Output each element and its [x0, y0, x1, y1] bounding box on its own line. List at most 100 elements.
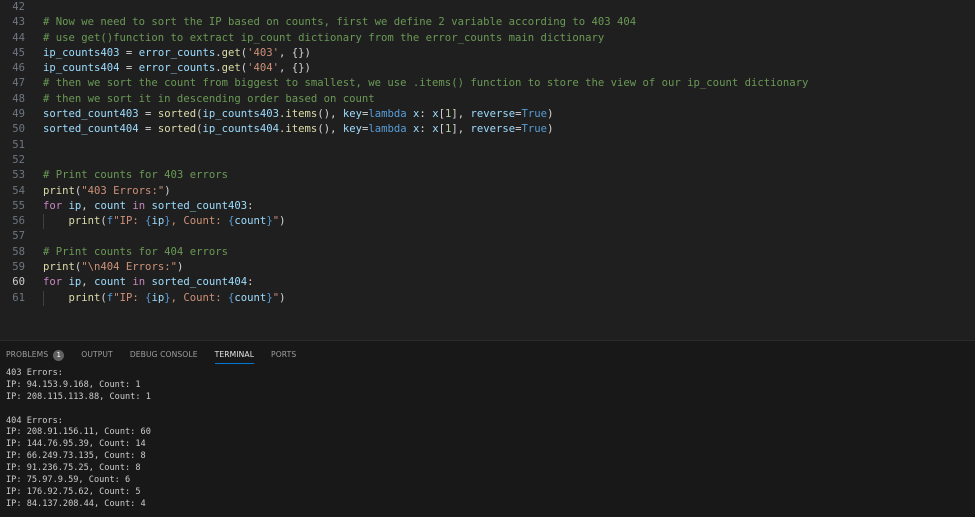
code-line[interactable]: 58 # Print counts for 404 errors — [0, 245, 975, 260]
tab-output[interactable]: OUTPUT — [81, 341, 113, 369]
code-token: = — [138, 123, 158, 136]
code-line[interactable]: 57 — [0, 229, 975, 244]
code-token: ], — [451, 108, 471, 121]
code-token: items — [285, 108, 318, 121]
code-token: count — [234, 215, 267, 228]
code-line[interactable]: 48 # then we sort it in descending order … — [0, 92, 975, 107]
code-token: count — [234, 291, 267, 304]
code-text: for ip, count in sorted_count404: — [43, 275, 254, 290]
code-editor[interactable]: 42 43 # Now we need to sort the IP based o… — [0, 0, 975, 338]
line-number: 44 — [12, 31, 25, 44]
code-token: sorted_count403 — [43, 108, 139, 121]
tab-problems[interactable]: PROBLEMS 1 — [6, 341, 65, 369]
code-line[interactable]: 61 print(f"IP: {ip}, Count: {count}") — [0, 290, 975, 306]
tab-label: OUTPUT — [81, 350, 113, 359]
tab-label: DEBUG CONSOLE — [129, 350, 198, 359]
code-token: "IP: — [113, 291, 146, 304]
problems-count-badge: 1 — [53, 349, 65, 361]
code-token: ], — [451, 123, 471, 136]
code-token: get — [221, 46, 241, 59]
code-line[interactable]: 51 — [0, 138, 975, 153]
code-token: (), — [317, 108, 343, 121]
code-token: lambda — [368, 123, 407, 136]
line-number: 51 — [12, 138, 25, 151]
line-number: 58 — [12, 245, 25, 258]
code-line[interactable]: 54 print("403 Errors:") — [0, 184, 975, 199]
bottom-panel: PROBLEMS 1 OUTPUT DEBUG CONSOLE TERMINAL PORT… — [0, 340, 975, 517]
code-token: = — [119, 62, 139, 75]
code-token: ip — [68, 276, 82, 289]
code-text: ip_counts404 = error_counts.get('404', {… — [43, 61, 311, 76]
terminal-line: 403 Errors: — [6, 368, 63, 378]
code-token: print — [68, 215, 101, 228]
code-line[interactable]: 45 ip_counts403 = error_counts.get('403',… — [0, 46, 975, 61]
code-token: : — [247, 199, 254, 212]
code-line[interactable]: 49 sorted_count403 = sorted(ip_counts403.… — [0, 107, 975, 122]
code-token: ip_counts403 — [43, 46, 120, 59]
code-token: "403 Errors:" — [81, 184, 165, 197]
code-line[interactable]: 52 — [0, 153, 975, 168]
code-token: # Print counts for 403 errors — [43, 169, 228, 182]
line-number: 61 — [12, 291, 25, 304]
code-line[interactable]: 55 for ip, count in sorted_count403: — [0, 199, 975, 214]
code-token: count — [94, 199, 126, 212]
terminal-line: IP: 94.153.9.168, Count: 1 — [6, 379, 141, 390]
tab-ports[interactable]: PORTS — [271, 341, 296, 369]
code-line[interactable]: 44 # use get()function to extract ip_coun… — [0, 31, 975, 46]
code-token: True — [521, 123, 548, 136]
code-token: sorted_count403 — [151, 199, 248, 212]
terminal-output[interactable]: 403 Errors: IP: 94.153.9.168, Count: 1 IP:… — [6, 368, 151, 511]
code-token: print — [68, 291, 101, 304]
tab-terminal[interactable]: TERMINAL — [214, 341, 255, 369]
code-line[interactable]: 50 sorted_count404 = sorted(ip_counts404.… — [0, 122, 975, 137]
code-token: ip — [68, 199, 82, 212]
code-text: # Print counts for 404 errors — [43, 245, 228, 260]
code-token: (), — [317, 123, 343, 136]
code-token: ip_counts403 — [202, 108, 280, 121]
code-token: in — [132, 276, 146, 289]
code-line[interactable]: 60 for ip, count in sorted_count404: — [0, 275, 975, 291]
code-text: print("\n404 Errors:") — [43, 260, 183, 275]
code-text: # Print counts for 403 errors — [43, 168, 228, 183]
code-token: : — [247, 276, 254, 289]
line-number: 59 — [12, 261, 25, 274]
code-token: '404' — [247, 62, 280, 75]
code-text: print(f"IP: {ip}, Count: {count}") — [43, 214, 286, 229]
terminal-line: IP: 144.76.95.39, Count: 14 — [6, 439, 146, 450]
code-token: "\n404 Errors:" — [81, 261, 177, 274]
code-token: : — [419, 123, 433, 136]
code-token: ip — [151, 291, 165, 304]
code-token: ) — [164, 184, 171, 197]
code-token: key — [342, 123, 362, 136]
code-token: get — [221, 62, 241, 75]
line-number: 48 — [12, 92, 25, 105]
tab-label: PROBLEMS — [6, 350, 49, 359]
terminal-line: IP: 176.92.75.62, Count: 5 — [6, 486, 141, 497]
code-token: = — [119, 46, 139, 59]
terminal-line: IP: 75.97.9.59, Count: 6 — [6, 475, 131, 486]
code-line[interactable]: 46 ip_counts404 = error_counts.get('404',… — [0, 61, 975, 76]
line-number: 50 — [12, 123, 25, 136]
tab-debug-console[interactable]: DEBUG CONSOLE — [130, 341, 198, 369]
code-line[interactable]: 53 # Print counts for 403 errors — [0, 168, 975, 183]
code-line[interactable]: 47 # then we sort the count from biggest … — [0, 76, 975, 91]
code-token: = — [138, 108, 158, 121]
code-text: print(f"IP: {ip}, Count: {count}") — [43, 291, 286, 306]
code-token: sorted — [157, 123, 197, 136]
code-line[interactable]: 43 # Now we need to sort the IP based on … — [0, 15, 975, 30]
line-number: 54 — [12, 184, 25, 197]
line-number: 46 — [12, 62, 25, 75]
code-token: : — [419, 108, 433, 121]
code-line[interactable]: 56 print(f"IP: {ip}, Count: {count}") — [0, 214, 975, 230]
code-line[interactable]: 59 print("\n404 Errors:") — [0, 260, 975, 275]
code-token: , — [81, 276, 95, 289]
code-token: ip_counts404 — [43, 62, 120, 75]
code-text: ip_counts403 = error_counts.get('403', {… — [43, 46, 311, 61]
code-token: sorted_count404 — [151, 276, 248, 289]
panel-tabs: PROBLEMS 1 OUTPUT DEBUG CONSOLE TERMINAL PORT… — [0, 341, 975, 369]
code-text: # then we sort the count from biggest to… — [43, 76, 808, 91]
line-number: 53 — [12, 169, 25, 182]
code-token: items — [285, 123, 318, 136]
code-line[interactable]: 42 — [0, 0, 975, 15]
line-number: 56 — [12, 215, 25, 228]
